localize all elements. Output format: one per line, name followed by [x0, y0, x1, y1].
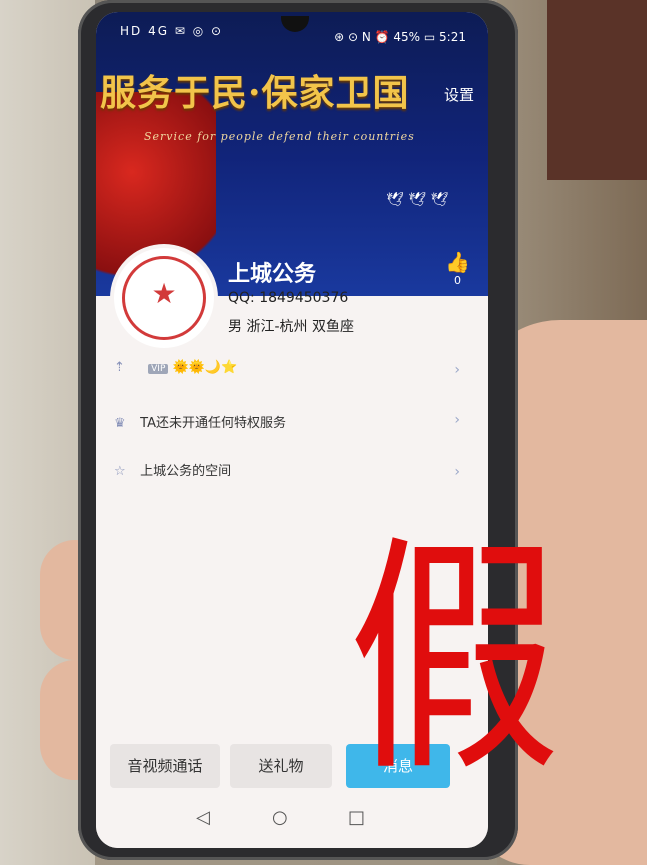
- status-left: HD 4G ✉ ◎ ⊙: [120, 24, 224, 38]
- profile-name: 上城公务: [228, 262, 317, 287]
- vip-row[interactable]: ⇡ VIP 🌞🌞🌙⭐: [114, 360, 237, 375]
- banner-slogan: 服务于民·保家卫国: [100, 72, 410, 114]
- qq-number: QQ: 1849450376: [228, 290, 349, 306]
- privilege-label: TA还未开通任何特权服务: [140, 416, 286, 431]
- status-right: ⊛ ⊙ N ⏰ 45% ▭ 5:21: [334, 30, 466, 44]
- banner-slogan-en: Service for people defend their countrie…: [144, 130, 415, 143]
- back-button[interactable]: ◁: [196, 807, 210, 828]
- like-count: 0: [454, 274, 462, 287]
- background-door: [547, 0, 647, 180]
- recent-apps-button[interactable]: □: [348, 807, 365, 828]
- seal-logo: ★: [122, 256, 206, 340]
- chevron-right-icon: ›: [454, 412, 460, 428]
- settings-button[interactable]: 设置: [444, 84, 474, 105]
- avatar[interactable]: ★: [110, 244, 218, 352]
- video-call-button[interactable]: 音视频通话: [110, 744, 220, 788]
- star-icon: ★: [151, 277, 177, 310]
- doves-icon: 🕊 🕊 🕊: [386, 192, 449, 208]
- vip-badge: VIP: [148, 364, 169, 374]
- gift-button[interactable]: 送礼物: [230, 744, 332, 788]
- space-row[interactable]: ☆ 上城公务的空间: [114, 460, 231, 479]
- crown-icon: ♛: [114, 416, 126, 431]
- level-icon: ⇡: [114, 360, 125, 375]
- space-label: 上城公务的空间: [140, 464, 232, 479]
- chevron-right-icon: ›: [454, 362, 460, 378]
- level-badges: 🌞🌞🌙⭐: [172, 360, 238, 375]
- like-button[interactable]: 👍 0: [445, 250, 470, 287]
- chevron-right-icon: ›: [454, 464, 460, 480]
- fake-stamp: 假: [348, 514, 561, 805]
- profile-details: 男 浙江-杭州 双鱼座: [228, 319, 354, 335]
- home-button[interactable]: ○: [272, 807, 288, 828]
- privilege-row[interactable]: ♛ TA还未开通任何特权服务: [114, 412, 286, 431]
- status-bar: HD 4G ✉ ◎ ⊙ ⊛ ⊙ N ⏰ 45% ▭ 5:21: [96, 12, 488, 48]
- thumbs-up-icon: 👍: [445, 250, 470, 274]
- star-icon: ☆: [114, 464, 126, 479]
